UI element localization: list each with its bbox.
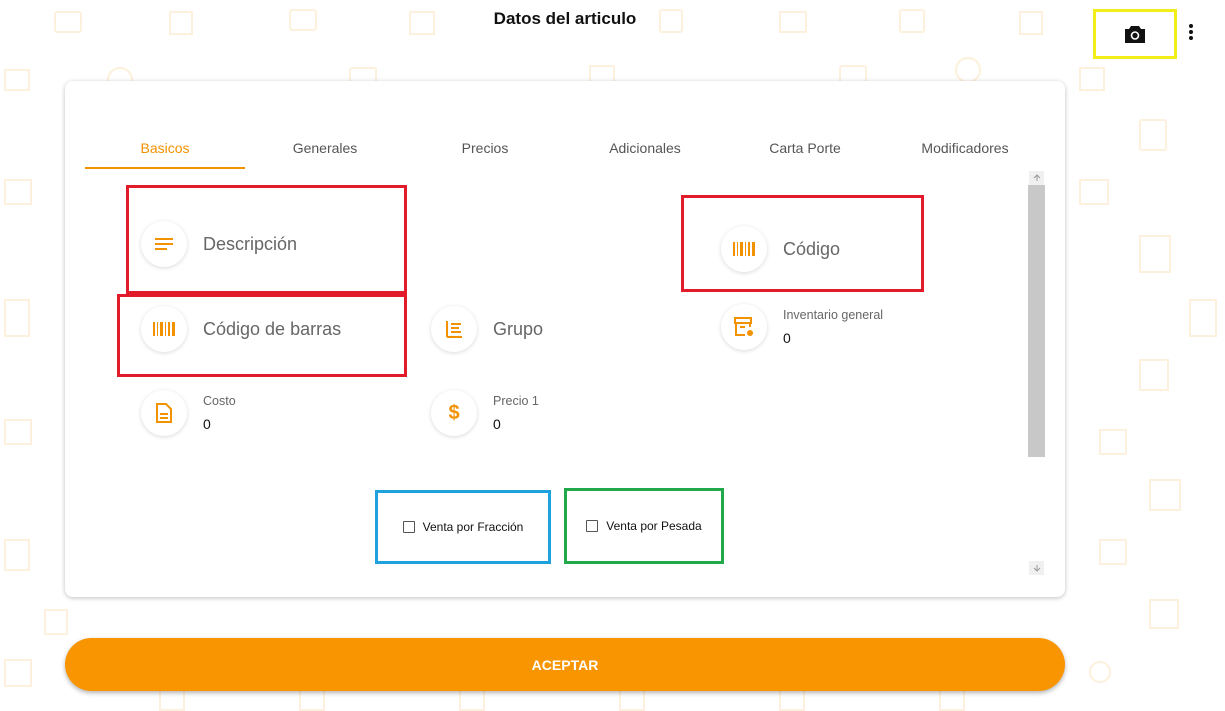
article-card: Basicos Generales Precios Adicionales Ca… (65, 81, 1065, 597)
grupo-label: Grupo (493, 318, 544, 339)
notes-icon (141, 221, 187, 267)
inventario-label: Inventario general (783, 308, 884, 322)
scroll-up-button[interactable] (1029, 171, 1044, 185)
tab-generales[interactable]: Generales (245, 130, 405, 170)
venta-pesada-checkbox[interactable] (586, 520, 599, 532)
scrollbar-thumb[interactable] (1028, 185, 1045, 457)
arrow-up-icon (1033, 174, 1040, 181)
venta-pesada-label: Venta por Pesada (606, 519, 702, 533)
document-icon (141, 390, 187, 436)
precio1-value: 0 (493, 416, 501, 432)
tab-adicionales[interactable]: Adicionales (565, 130, 725, 170)
venta-fraccion-label: Venta por Fracción (422, 520, 524, 534)
camera-icon (1125, 26, 1145, 43)
precio1-label: Precio 1 (493, 394, 539, 408)
accept-button[interactable]: ACEPTAR (65, 638, 1065, 691)
venta-fraccion-checkbox[interactable] (402, 521, 415, 533)
more-options-button[interactable] (1180, 20, 1202, 44)
costo-field[interactable]: Costo 0 (141, 390, 236, 436)
codigo-barras-field[interactable]: Código de barras (141, 306, 341, 352)
barcode-icon (721, 226, 767, 272)
scroll-down-button[interactable] (1029, 561, 1044, 575)
dollar-icon: $ (431, 390, 477, 436)
inventario-field[interactable]: Inventario general 0 (721, 304, 883, 350)
descripcion-field[interactable]: Descripción (141, 221, 297, 267)
tab-modificadores[interactable]: Modificadores (885, 130, 1045, 170)
inventory-icon (721, 304, 767, 350)
descripcion-label: Descripción (203, 233, 298, 254)
codigo-barras-label: Código de barras (203, 318, 342, 339)
tab-bar: Basicos Generales Precios Adicionales Ca… (85, 130, 1045, 170)
venta-pesada-option[interactable]: Venta por Pesada (564, 488, 724, 564)
arrow-down-icon (1033, 565, 1040, 572)
more-vert-icon (1189, 24, 1193, 40)
costo-label: Costo (203, 394, 236, 408)
camera-button[interactable] (1093, 9, 1177, 59)
tab-basicos[interactable]: Basicos (85, 130, 245, 170)
precio1-field[interactable]: $ Precio 1 0 (431, 390, 539, 436)
barcode-icon (141, 306, 187, 352)
list-icon (431, 306, 477, 352)
codigo-label: Código (783, 238, 841, 259)
page-title: Datos del articulo (493, 9, 637, 28)
inventario-value: 0 (783, 330, 791, 346)
tab-carta-porte[interactable]: Carta Porte (725, 130, 885, 170)
costo-value: 0 (203, 416, 211, 432)
tab-precios[interactable]: Precios (405, 130, 565, 170)
codigo-field[interactable]: Código (721, 226, 840, 272)
grupo-field[interactable]: Grupo (431, 306, 543, 352)
active-tab-indicator (85, 167, 245, 169)
venta-fraccion-option[interactable]: Venta por Fracción (375, 490, 551, 564)
